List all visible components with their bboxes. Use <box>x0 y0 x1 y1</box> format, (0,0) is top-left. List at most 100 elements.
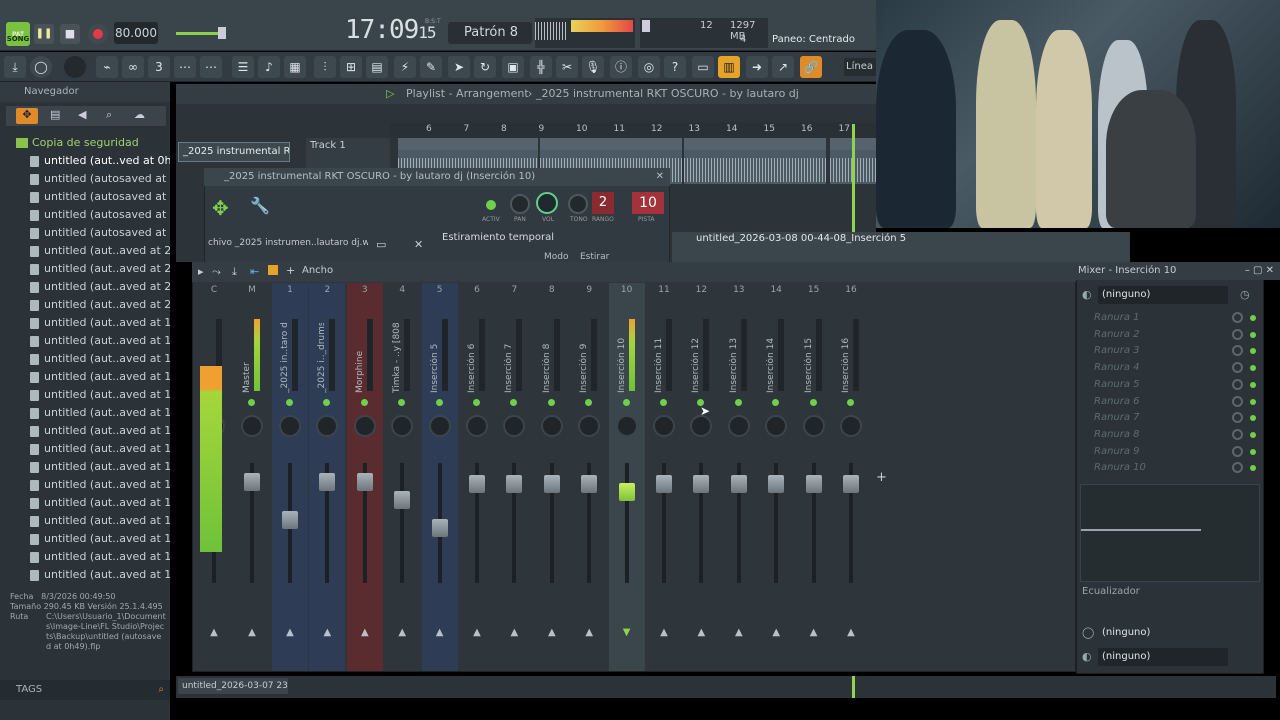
pan-knob[interactable] <box>578 415 601 437</box>
slice-icon[interactable]: ↗ <box>772 56 794 78</box>
browser-cloud-icon[interactable]: ☁ <box>134 108 145 121</box>
mixer-strip[interactable]: 1 _2025 in..taro dj ▲ <box>272 283 308 671</box>
pitch-knob[interactable] <box>568 194 588 214</box>
mute-led[interactable] <box>510 399 518 406</box>
pan-knob[interactable] <box>466 415 488 437</box>
mixer-strip[interactable]: 15 Inserción 15 ▲ <box>796 283 832 671</box>
slot-mix-knob[interactable] <box>1232 378 1243 390</box>
pan-knob[interactable] <box>503 415 526 437</box>
bottom-clip-label[interactable]: untitled_2026-03-07 23-... <box>178 678 288 694</box>
slot-mix-knob[interactable] <box>1232 328 1243 340</box>
volume-fader[interactable] <box>543 475 560 493</box>
route-arrow-icon[interactable]: ▲ <box>694 627 708 638</box>
route-arrow-icon[interactable]: ▲ <box>582 627 596 638</box>
mute-led[interactable] <box>847 399 854 406</box>
browser-file-item[interactable]: untitled (aut..aved at 14h59) <box>0 332 170 350</box>
mixer-strip[interactable]: 9 Inserción 9 ▲ <box>571 283 607 671</box>
clock-icon[interactable]: ◷ <box>1240 288 1250 301</box>
mute-led[interactable] <box>734 399 742 406</box>
route-arrow-icon[interactable]: ▼ <box>620 627 634 638</box>
mute-led[interactable] <box>660 399 667 406</box>
mixer-view-icon[interactable]: ⇤ <box>250 265 259 278</box>
volume-fader[interactable] <box>282 511 298 529</box>
volume-fader[interactable] <box>319 473 336 491</box>
mute-led[interactable] <box>248 399 255 406</box>
info-icon[interactable]: ⓘ <box>610 56 632 78</box>
metronome-icon[interactable]: ◯ <box>30 56 52 78</box>
mode-value[interactable]: Estirar <box>580 252 609 262</box>
mixer-strip[interactable]: 3 Morphine ▲ <box>346 283 383 671</box>
stop-button[interactable]: ■ <box>60 24 80 44</box>
mute-led[interactable] <box>772 399 780 406</box>
tempo-display[interactable]: 80.000 <box>114 22 158 44</box>
effect-slot[interactable]: Ranura 7 <box>1094 410 1224 426</box>
timeline-ruler[interactable]: 6 7 8 9 10 11 12 13 14 15 16 17 <box>390 122 876 138</box>
route-arrow-icon[interactable]: ▲ <box>844 627 858 638</box>
brush-icon[interactable]: ✎ <box>420 56 442 78</box>
piano-roll-icon[interactable]: ♪ <box>258 56 280 78</box>
browser-file-item[interactable]: untitled (autosaved at 0h39) <box>0 170 170 188</box>
mute-led[interactable] <box>473 399 480 406</box>
browser-file-item[interactable]: untitled (aut..aved at 23h35) <box>0 278 170 296</box>
browser-file-item[interactable]: untitled (autosaved at 0h07) <box>0 224 170 242</box>
browser-search-icon[interactable]: ⌕ <box>106 108 112 122</box>
mixer-strip[interactable]: M Master ▲ <box>234 283 270 671</box>
browser-file-item[interactable]: untitled (aut..aved at 14h24) <box>0 314 170 332</box>
browser-file-item[interactable]: untitled (aut..aved at 12h11) <box>0 566 170 584</box>
browser-mode-icon[interactable]: ✥ <box>16 108 38 124</box>
browser-file-item[interactable]: untitled (autosaved at 0h28) <box>0 188 170 206</box>
pan-knob[interactable] <box>241 415 263 437</box>
pan-knob[interactable] <box>727 415 750 437</box>
volume-fader[interactable] <box>469 475 485 493</box>
refresh-icon[interactable]: ↻ <box>474 56 496 78</box>
pan-knob[interactable] <box>353 415 376 437</box>
step-edit-icon[interactable]: ∞ <box>122 56 144 78</box>
mute-led[interactable] <box>547 399 555 406</box>
route-arrow-icon[interactable]: ▲ <box>245 627 259 638</box>
pan-knob[interactable] <box>840 415 862 437</box>
mixer-strip[interactable]: 7 Inserción 7 ▲ <box>496 283 532 671</box>
pan-knob[interactable] <box>653 415 675 437</box>
mixer-color-icon[interactable] <box>268 265 278 275</box>
sample-close-icon[interactable]: ✕ <box>414 238 423 251</box>
browser-back-icon[interactable]: ◀ <box>78 108 86 121</box>
route-arrow-icon[interactable]: ▲ <box>433 627 447 638</box>
route-arrow-icon[interactable]: ▲ <box>769 627 783 638</box>
mixer-strip[interactable]: 6 Inserción 6 ▲ <box>459 283 495 671</box>
mixer-add-icon[interactable]: + <box>286 264 295 277</box>
piano-icon[interactable]: ╬ <box>530 56 552 78</box>
snap-selector[interactable]: Línea <box>844 58 876 76</box>
volume-fader[interactable] <box>581 475 598 493</box>
input-selector[interactable]: (ninguno) <box>1098 286 1228 304</box>
browser-file-item[interactable]: untitled (aut..aved at 11h56) <box>0 512 170 530</box>
mixer-strip[interactable]: 14 Inserción 14 ▲ <box>758 283 794 671</box>
pan-knob[interactable] <box>510 194 530 214</box>
mixer-strip[interactable]: 2 _2025 i.._drums ▲ <box>309 283 346 671</box>
effect-slot[interactable]: Ranura 2 <box>1094 327 1224 343</box>
pan-knob[interactable] <box>615 415 638 437</box>
mixer-strip[interactable]: 10 Inserción 10 ▼ <box>608 283 645 671</box>
plugin-picker-icon[interactable]: ⊞ <box>340 56 362 78</box>
pan-knob[interactable] <box>391 415 414 437</box>
mixer-strip[interactable]: 8 Inserción 8 ▲ <box>534 283 570 671</box>
mixer-icon[interactable]: ⫶ <box>314 56 336 78</box>
sample-name[interactable]: chivo _2025 instrumen..lautaro dj.wav <box>208 238 368 248</box>
tags-search-icon[interactable]: ⌕ <box>158 680 164 700</box>
pan-knob[interactable] <box>428 415 451 437</box>
browser-file-item[interactable]: untitled (aut..aved at 23h56) <box>0 242 170 260</box>
countdown-icon[interactable]: ⋯ <box>200 56 222 78</box>
mixer-strip[interactable]: 12 Inserción 12 ▲ <box>683 283 719 671</box>
mixer-strip[interactable]: 13 Inserción 13 ▲ <box>721 283 757 671</box>
question-icon[interactable]: ? <box>664 56 686 78</box>
effect-slot[interactable]: Ranura 1 <box>1094 310 1224 326</box>
eq-graph[interactable] <box>1080 484 1260 582</box>
volume-knob[interactable] <box>536 192 558 214</box>
effect-slot[interactable]: Ranura 10 <box>1094 460 1224 476</box>
browser-file-item[interactable]: untitled (aut..aved at 13h49) <box>0 422 170 440</box>
slot-mix-knob[interactable] <box>1232 312 1243 323</box>
volume-fader[interactable] <box>843 475 859 493</box>
route-arrow-icon[interactable]: ▲ <box>507 627 521 638</box>
fx-icon[interactable]: ➤ <box>448 56 470 78</box>
pan-knob[interactable] <box>540 415 563 437</box>
loop-record-icon[interactable]: ⋯ <box>174 56 196 78</box>
